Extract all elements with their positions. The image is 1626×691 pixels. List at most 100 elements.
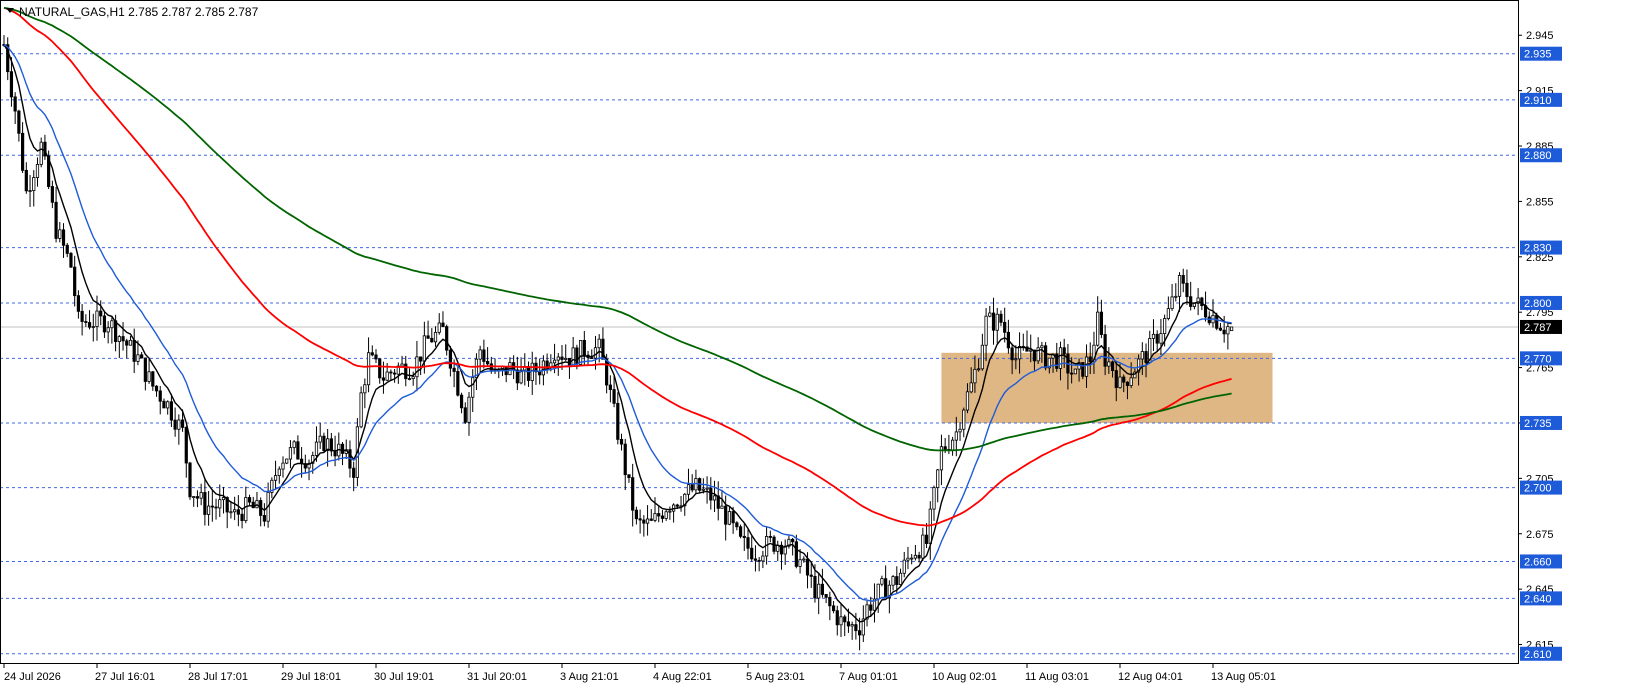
price-level-label: 2.735 bbox=[1524, 418, 1552, 430]
candle-body bbox=[995, 313, 999, 331]
candle-body bbox=[958, 428, 962, 433]
candle-body bbox=[690, 484, 694, 491]
candle-body bbox=[917, 554, 921, 559]
price-chart[interactable]: 2.9452.9152.8852.8552.8252.7952.7652.735… bbox=[0, 0, 1626, 686]
candle-body bbox=[969, 382, 973, 393]
price-axis[interactable]: 2.9452.9152.8852.8552.8252.7952.7652.735… bbox=[1518, 30, 1562, 661]
candle-body bbox=[727, 511, 732, 525]
candle-body bbox=[50, 186, 54, 203]
candle-body bbox=[742, 535, 746, 539]
candle-body bbox=[977, 368, 981, 371]
candle-body bbox=[768, 536, 772, 538]
candle-body bbox=[192, 496, 196, 498]
candle-body bbox=[973, 368, 977, 384]
price-level-label: 2.910 bbox=[1524, 95, 1552, 107]
candle-body bbox=[296, 441, 300, 460]
candle-body bbox=[1010, 347, 1014, 361]
price-level-label: 2.660 bbox=[1524, 556, 1552, 568]
candle-body bbox=[273, 475, 278, 481]
candle-body bbox=[1122, 376, 1126, 383]
candle-body bbox=[530, 362, 534, 381]
candle-body bbox=[1088, 356, 1092, 363]
chart-area[interactable]: 2.9452.9152.8852.8552.8252.7952.7652.735… bbox=[0, 0, 1626, 686]
candle-body bbox=[404, 363, 408, 380]
candle-body bbox=[1140, 351, 1144, 360]
candle-body bbox=[128, 339, 133, 346]
candle-body bbox=[1044, 345, 1048, 369]
candle-body bbox=[988, 312, 992, 317]
candle-body bbox=[99, 310, 103, 317]
price-tick-label: 2.855 bbox=[1526, 196, 1554, 208]
candle-body bbox=[132, 339, 136, 362]
candle-body bbox=[642, 519, 646, 524]
moving-average-line-3[interactable] bbox=[3, 6, 1232, 527]
candle-body bbox=[999, 313, 1003, 323]
time-tick-label: 27 Jul 16:01 bbox=[95, 671, 155, 683]
candle-body bbox=[645, 518, 650, 524]
candle-body bbox=[839, 616, 843, 626]
candle-body bbox=[471, 377, 475, 398]
candle-body bbox=[58, 229, 62, 239]
candle-body bbox=[943, 446, 947, 450]
candle-body bbox=[154, 385, 159, 392]
candle-body bbox=[906, 557, 910, 561]
price-level-label: 2.610 bbox=[1524, 649, 1552, 661]
candle-body bbox=[1125, 381, 1130, 386]
candle-body bbox=[28, 190, 32, 193]
candle-body bbox=[255, 500, 259, 509]
candle-body bbox=[359, 392, 363, 428]
candle-body bbox=[623, 443, 627, 476]
candle-body bbox=[1129, 377, 1133, 386]
candle-body bbox=[39, 141, 43, 165]
candle-body bbox=[1073, 368, 1077, 375]
candle-body bbox=[24, 169, 28, 192]
candle-body bbox=[117, 336, 121, 342]
candle-body bbox=[705, 487, 709, 490]
time-tick-label: 29 Jul 18:01 bbox=[281, 671, 341, 683]
time-axis[interactable]: 24 Jul 2026 27 Jul 16:01 28 Jul 17:01 29 Ju… bbox=[3, 663, 1276, 683]
candle-body bbox=[110, 320, 114, 329]
candle-body bbox=[169, 401, 173, 421]
candle-body bbox=[247, 497, 252, 503]
candle-body bbox=[984, 315, 988, 346]
candle-body bbox=[608, 384, 612, 390]
candle-body bbox=[1174, 295, 1178, 298]
candle-body bbox=[720, 505, 724, 509]
candle-body bbox=[809, 574, 813, 577]
candle-body bbox=[579, 339, 583, 365]
moving-average-line-1[interactable] bbox=[3, 44, 1232, 623]
candle-body bbox=[292, 441, 296, 449]
candle-body bbox=[1185, 282, 1189, 298]
support-zone-rect[interactable] bbox=[941, 352, 1273, 423]
candle-body bbox=[1166, 308, 1170, 319]
candle-body bbox=[616, 402, 620, 440]
support-zone-group bbox=[941, 352, 1273, 423]
candle-body bbox=[746, 537, 750, 549]
candle-body bbox=[314, 441, 319, 456]
candle-body bbox=[389, 371, 393, 374]
candle-body bbox=[1177, 275, 1182, 297]
candle-body bbox=[80, 310, 84, 322]
candle-body bbox=[485, 361, 490, 365]
candle-body bbox=[649, 518, 653, 521]
moving-average-line-2[interactable] bbox=[3, 44, 1232, 602]
candle-body bbox=[1200, 297, 1204, 307]
candle-body bbox=[166, 401, 170, 409]
candle-body bbox=[188, 462, 192, 498]
candle-body bbox=[184, 426, 188, 464]
candle-body bbox=[147, 371, 151, 382]
candle-body bbox=[634, 509, 639, 520]
candle-body bbox=[686, 484, 691, 495]
time-tick-label: 7 Aug 01:01 bbox=[839, 671, 898, 683]
candle-body bbox=[456, 371, 460, 396]
candle-body bbox=[1181, 275, 1185, 284]
candle-body bbox=[199, 492, 203, 499]
candle-body bbox=[660, 515, 665, 519]
candle-body bbox=[1215, 314, 1219, 329]
candle-body bbox=[820, 583, 825, 595]
candle-body bbox=[32, 177, 36, 192]
candle-body bbox=[366, 352, 371, 386]
candle-body bbox=[430, 337, 434, 343]
candle-body bbox=[65, 244, 69, 254]
candle-body bbox=[106, 327, 110, 333]
